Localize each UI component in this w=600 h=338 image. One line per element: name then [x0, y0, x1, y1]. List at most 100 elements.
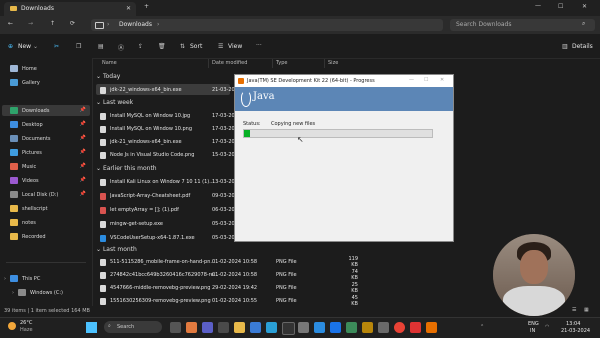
sidebar-item-windows-c[interactable]: › Windows (C:) [12, 288, 63, 297]
sidebar-item-desktop[interactable]: Desktop [10, 120, 43, 129]
weather-icon[interactable] [8, 322, 16, 330]
dialog-title-bar[interactable]: Java(TM) SE Development Kit 22 (64-bit) … [235, 75, 453, 87]
desktop-icon [10, 121, 18, 128]
chrome-icon[interactable] [394, 322, 405, 333]
more-icon[interactable]: ··· [256, 42, 262, 49]
close-window-icon[interactable]: ✕ [582, 3, 587, 10]
file-row[interactable]: 511-5115286_mobile-frame-on-hand-pn... 01… [96, 256, 364, 268]
maximize-icon[interactable]: ☐ [424, 77, 428, 83]
store-icon[interactable] [250, 322, 261, 333]
up-icon[interactable]: ↑ [50, 20, 55, 27]
sidebar-item-this-pc[interactable]: › This PC [4, 274, 40, 283]
wifi-icon[interactable]: ◠ [545, 324, 549, 330]
home-icon [10, 65, 18, 72]
sidebar-item-shellscript[interactable]: shellscript [10, 204, 48, 213]
clock-date[interactable]: 21-03-2024 [561, 328, 590, 334]
new-plus-icon[interactable]: ⊕ [8, 43, 13, 50]
column-divider[interactable] [324, 59, 325, 68]
tiles-view-icon[interactable]: ▦ [584, 307, 589, 313]
view-button[interactable]: View [228, 43, 242, 50]
sidebar-item-documents[interactable]: Documents [10, 134, 51, 143]
file-row[interactable]: 4547666-middle-removebg-preview.png 29-02… [96, 282, 364, 294]
mail-icon[interactable] [330, 322, 341, 333]
rename-icon[interactable]: Ⓐ [118, 43, 124, 52]
teams-icon[interactable] [202, 322, 213, 333]
folder-icon [10, 219, 18, 226]
app-icon[interactable] [378, 322, 389, 333]
file-explorer-icon[interactable] [234, 322, 245, 333]
sidebar-item-gallery[interactable]: Gallery [10, 78, 40, 87]
group-header-earlier[interactable]: ⌄ Earlier this month [96, 165, 157, 172]
share-icon[interactable]: ⇪ [138, 43, 143, 50]
close-icon[interactable]: ✕ [440, 77, 444, 83]
forward-icon[interactable]: → [28, 20, 33, 27]
tab-downloads[interactable]: Downloads ✕ [4, 2, 136, 16]
file-row[interactable]: 1551630256309-removebg-preview.png 01-02-… [96, 295, 364, 307]
edge-icon[interactable] [266, 322, 277, 333]
copy-icon[interactable]: ❐ [76, 43, 81, 50]
minimize-icon[interactable]: — [409, 77, 414, 83]
app-icon[interactable] [346, 322, 357, 333]
close-tab-icon[interactable]: ✕ [126, 5, 131, 12]
clock-time[interactable]: 13:04 [566, 321, 580, 327]
sidebar-item-downloads[interactable]: Downloads [10, 106, 49, 115]
sidebar-item-pictures[interactable]: Pictures [10, 148, 42, 157]
sidebar-item-recorded[interactable]: Recorded [10, 232, 46, 241]
chevron-right-icon: › [157, 21, 160, 28]
sort-button[interactable]: Sort [190, 43, 202, 50]
delete-icon[interactable]: 🗑 [158, 43, 166, 50]
chevron-right-icon: › [12, 289, 14, 296]
tray-chevron-icon[interactable]: ⌃ [480, 324, 484, 330]
settings-icon[interactable] [298, 322, 309, 333]
cut-icon[interactable]: ✂ [54, 43, 59, 50]
download-icon [10, 107, 18, 114]
sidebar-item-videos[interactable]: Videos [10, 176, 39, 185]
sidebar-item-music[interactable]: Music [10, 162, 36, 171]
taskbar-search[interactable]: ⌕ Search [104, 321, 162, 333]
column-divider[interactable] [272, 59, 273, 68]
pc-icon [10, 275, 18, 282]
chevron-right-icon: › [4, 275, 6, 282]
image-file-icon [100, 258, 106, 266]
terminal-icon[interactable] [282, 322, 295, 335]
breadcrumb[interactable]: Downloads [119, 21, 152, 28]
details-icon[interactable]: ▥ [562, 43, 568, 50]
paste-icon[interactable]: ▤ [98, 43, 104, 50]
refresh-icon[interactable]: ⟳ [70, 20, 75, 27]
search-icon: ⌕ [108, 323, 111, 329]
image-file-icon [100, 178, 106, 186]
sidebar-item-local-disk[interactable]: Local Disk (D:) [10, 190, 58, 199]
app-icon[interactable] [362, 322, 373, 333]
camera-icon[interactable] [218, 322, 229, 333]
view-icon[interactable]: ☰ [218, 43, 223, 50]
group-header-last-month[interactable]: ⌄ Last month [96, 246, 137, 253]
sidebar-item-notes[interactable]: notes [10, 218, 36, 227]
installer-progress-dialog: Java(TM) SE Development Kit 22 (64-bit) … [234, 74, 454, 242]
java-installer-icon[interactable] [426, 322, 437, 333]
maximize-icon[interactable]: ☐ [558, 3, 563, 10]
windows-start-icon[interactable] [86, 322, 97, 333]
new-button[interactable]: New [18, 43, 31, 50]
task-view-icon[interactable] [170, 322, 181, 333]
back-icon[interactable]: ← [8, 20, 13, 27]
app-icon[interactable] [410, 322, 421, 333]
documents-icon [10, 135, 18, 142]
new-tab-icon[interactable]: + [144, 3, 149, 10]
group-header-last-week[interactable]: ⌄ Last week [96, 99, 133, 106]
column-header-type[interactable]: Type [276, 60, 287, 66]
address-bar[interactable]: › Downloads › [91, 19, 443, 31]
vscode-icon[interactable] [314, 322, 325, 333]
app-icon-colorful[interactable] [186, 322, 197, 333]
sidebar-item-home[interactable]: Home [10, 64, 37, 73]
column-divider[interactable] [208, 59, 209, 68]
minimize-icon[interactable]: — [535, 2, 541, 9]
sort-icon[interactable]: ⇅ [180, 43, 185, 50]
details-button[interactable]: Details [572, 43, 593, 50]
column-header-size[interactable]: Size [328, 60, 338, 66]
pdf-icon [100, 192, 106, 200]
group-header-today[interactable]: ⌄ Today [96, 73, 120, 80]
column-header-date[interactable]: Date modified [212, 60, 247, 66]
file-row[interactable]: 274842c41bcc649b3260416c7629078-re... 01-… [96, 269, 364, 281]
column-header-name[interactable]: Name [102, 60, 117, 66]
search-input[interactable]: Search Downloads ⌕ [450, 19, 595, 31]
